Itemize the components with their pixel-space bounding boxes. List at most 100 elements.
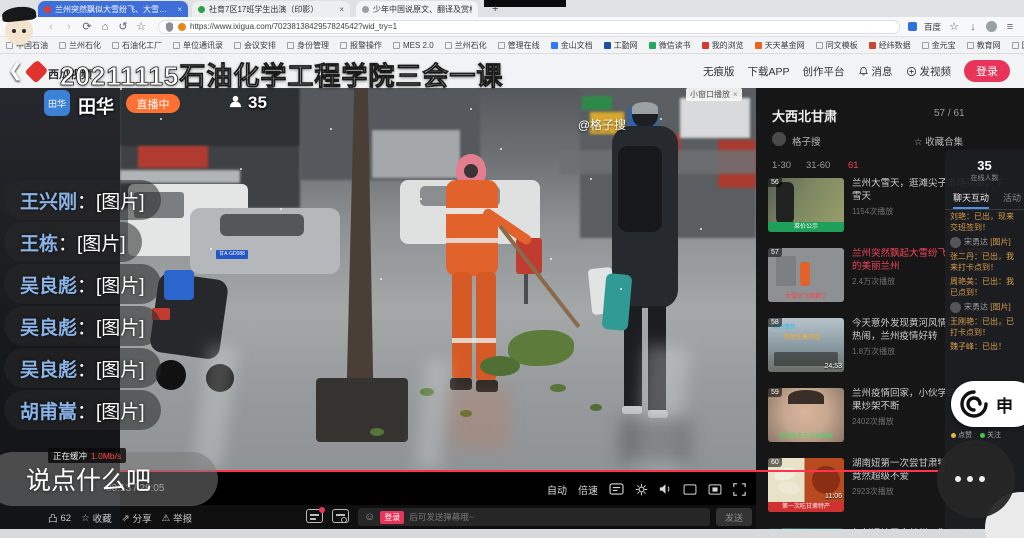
bookmark-star-icon[interactable]: ☆	[132, 20, 150, 33]
bookmark-item[interactable]: 管理在线	[498, 40, 540, 51]
bookmark-item[interactable]: 会议安排	[234, 40, 276, 51]
danmaku-input[interactable]: ☺ 登录 后可发送弹幕哦~	[358, 508, 710, 526]
bookmark-item[interactable]: 兰州石化	[59, 40, 101, 51]
tab-current-video[interactable]: 兰州突然飘似大雪纷飞、大雪… ×	[38, 1, 188, 17]
backpack	[618, 146, 662, 232]
like-button[interactable]: 凸62	[48, 511, 71, 525]
profile-avatar[interactable]	[2, 5, 38, 47]
settings-gear-icon[interactable]	[635, 483, 648, 496]
collect-collection-button[interactable]: ☆ 收藏合集	[914, 134, 963, 148]
chat-legend: 点赞 关注	[951, 430, 1001, 440]
close-icon[interactable]: ×	[733, 90, 738, 99]
range-tab-2[interactable]: 31-60	[806, 160, 830, 171]
bookmark-item[interactable]: 金山文档	[551, 40, 593, 51]
chat-pill: 吴良彪：[图片]	[4, 348, 161, 388]
refresh-icon[interactable]: ⟳	[78, 20, 96, 33]
live-progress-bar[interactable]	[120, 470, 965, 472]
nav-incognito[interactable]: 无痕版	[703, 64, 735, 79]
theater-mode-icon[interactable]	[683, 484, 697, 495]
tab-close-icon[interactable]: ×	[339, 5, 344, 14]
history-icon[interactable]: ↺	[114, 20, 132, 33]
bookmark-item[interactable]: 工勤网	[604, 40, 638, 51]
bookmark-item[interactable]: 石油化工厂	[112, 40, 162, 51]
quality-button[interactable]: 自动	[547, 482, 567, 497]
bookmark-item[interactable]: 我的浏览	[702, 40, 744, 51]
nav-messages[interactable]: 消息	[858, 64, 893, 79]
browser-toolbar: ‹ › ⟳ ⌂ ↺ ☆ https://www.ixigua.com/70238…	[0, 17, 1024, 37]
bookmark-item[interactable]: 兰州石化	[445, 40, 487, 51]
forward-icon[interactable]: ›	[60, 21, 78, 33]
range-tab-1[interactable]: 1-30	[772, 160, 791, 171]
streamer-name: 田华	[78, 93, 114, 119]
gray-beanie	[632, 102, 658, 114]
search-engine-label[interactable]: 百度	[924, 21, 941, 33]
tab-close-icon[interactable]: ×	[177, 5, 182, 14]
url-text: https://www.ixigua.com/70238138429578245…	[190, 22, 397, 31]
extension-paw-icon	[178, 23, 186, 31]
tab-title: 少年中国说原文、翻译及赏析	[373, 4, 472, 15]
emoji-icon[interactable]: ☺	[364, 511, 375, 523]
login-button[interactable]: 登录	[964, 60, 1010, 82]
home-icon[interactable]: ⌂	[96, 21, 114, 33]
playlist-title: 大西北甘肃	[772, 106, 837, 125]
bookmark-item[interactable]: 同文模板	[816, 40, 858, 51]
fullscreen-icon[interactable]	[733, 483, 746, 496]
teal-bag	[602, 273, 633, 331]
hat-icon	[1, 5, 36, 22]
report-button[interactable]: ⚠举报	[162, 511, 193, 525]
player-controls: 自动 倍速	[547, 480, 746, 498]
like-icon: 凸	[48, 511, 58, 525]
tab-2[interactable]: 社育7区17班学生出演（印影） ×	[192, 1, 350, 17]
video-scene-street: 甘A·GD088	[120, 88, 756, 472]
author-name[interactable]: 格子搜	[792, 134, 821, 148]
pip-toggle[interactable]: 小窗口播放 ×	[686, 88, 742, 101]
streamer-avatar[interactable]: 田华	[44, 90, 70, 116]
bookmark-item[interactable]: 天天基金网	[755, 40, 805, 51]
back-icon[interactable]: ‹	[42, 21, 60, 33]
bookmark-item[interactable]: 微信读书	[649, 40, 691, 51]
menu-icon[interactable]: ≡	[1004, 21, 1016, 33]
connect-button[interactable]: 申	[951, 381, 1024, 427]
chat-pill: 吴良彪：[图片]	[4, 306, 161, 346]
danmaku-settings-icon[interactable]	[332, 509, 349, 523]
bookmark-item[interactable]: 身份管理	[287, 40, 329, 51]
chat-message: 宋勇达 [图片]	[945, 300, 1024, 315]
chat-pill: 胡甫嵩：[图片]	[4, 390, 161, 430]
nav-creator-platform[interactable]: 创作平台	[803, 64, 845, 79]
download-icon[interactable]: ↓	[967, 21, 979, 33]
danmaku-login-chip[interactable]: 登录	[380, 511, 404, 524]
danmaku-toggle-icon[interactable]	[306, 509, 323, 523]
browser-profile-icon[interactable]	[986, 21, 997, 32]
author-avatar[interactable]	[772, 132, 786, 146]
volume-icon[interactable]	[659, 483, 672, 495]
bookmark-item[interactable]: 园区	[1012, 40, 1024, 51]
danmaku-icon[interactable]	[609, 483, 624, 495]
speed-button[interactable]: 倍速	[578, 482, 598, 497]
tab-3[interactable]: 少年中国说原文、翻译及赏析	[356, 1, 478, 17]
url-bar[interactable]: https://www.ixigua.com/70238138429578245…	[158, 20, 900, 34]
range-tab-3[interactable]: 61	[848, 160, 859, 171]
tab-title: 兰州突然飘似大雪纷飞、大雪…	[55, 4, 173, 15]
bookmark-item[interactable]: MES 2.0	[393, 41, 434, 50]
share-button[interactable]: ⇗分享	[122, 511, 152, 525]
send-button[interactable]: 发送	[716, 508, 752, 526]
bookmark-item[interactable]: 报警操作	[340, 40, 382, 51]
favorite-icon[interactable]: ☆	[948, 20, 960, 33]
more-options-button[interactable]	[937, 440, 1015, 518]
bookmark-item[interactable]: 教育网	[967, 40, 1001, 51]
back-arrow-icon[interactable]: ❮	[8, 60, 23, 81]
tab-chat[interactable]: 聊天互动	[953, 191, 989, 209]
bookmark-item[interactable]: 经纬数据	[869, 40, 911, 51]
bookmark-item[interactable]: 金元宝	[922, 40, 956, 51]
collect-button[interactable]: ☆收藏	[81, 511, 112, 525]
nav-post-video[interactable]: 发视频	[906, 64, 952, 79]
chat-message-list: 刘艳：已出，现来交班签到！ 宋勇达 [图片] 张二丹：已出，我来打卡点到！ 周艳…	[945, 210, 1024, 376]
web-fullscreen-icon[interactable]	[708, 484, 722, 495]
video-player[interactable]: 甘A·GD088	[120, 88, 756, 505]
buffer-speed: 1.0Mb/s	[91, 451, 121, 461]
bookmark-item[interactable]: 单位通讯录	[173, 40, 223, 51]
tab-activity[interactable]: 活动	[1003, 191, 1021, 209]
chat-message: 周艳美：已出：我已点到！	[945, 275, 1024, 300]
new-tab-button[interactable]: +	[492, 3, 498, 15]
nav-download-app[interactable]: 下载APP	[747, 64, 789, 79]
